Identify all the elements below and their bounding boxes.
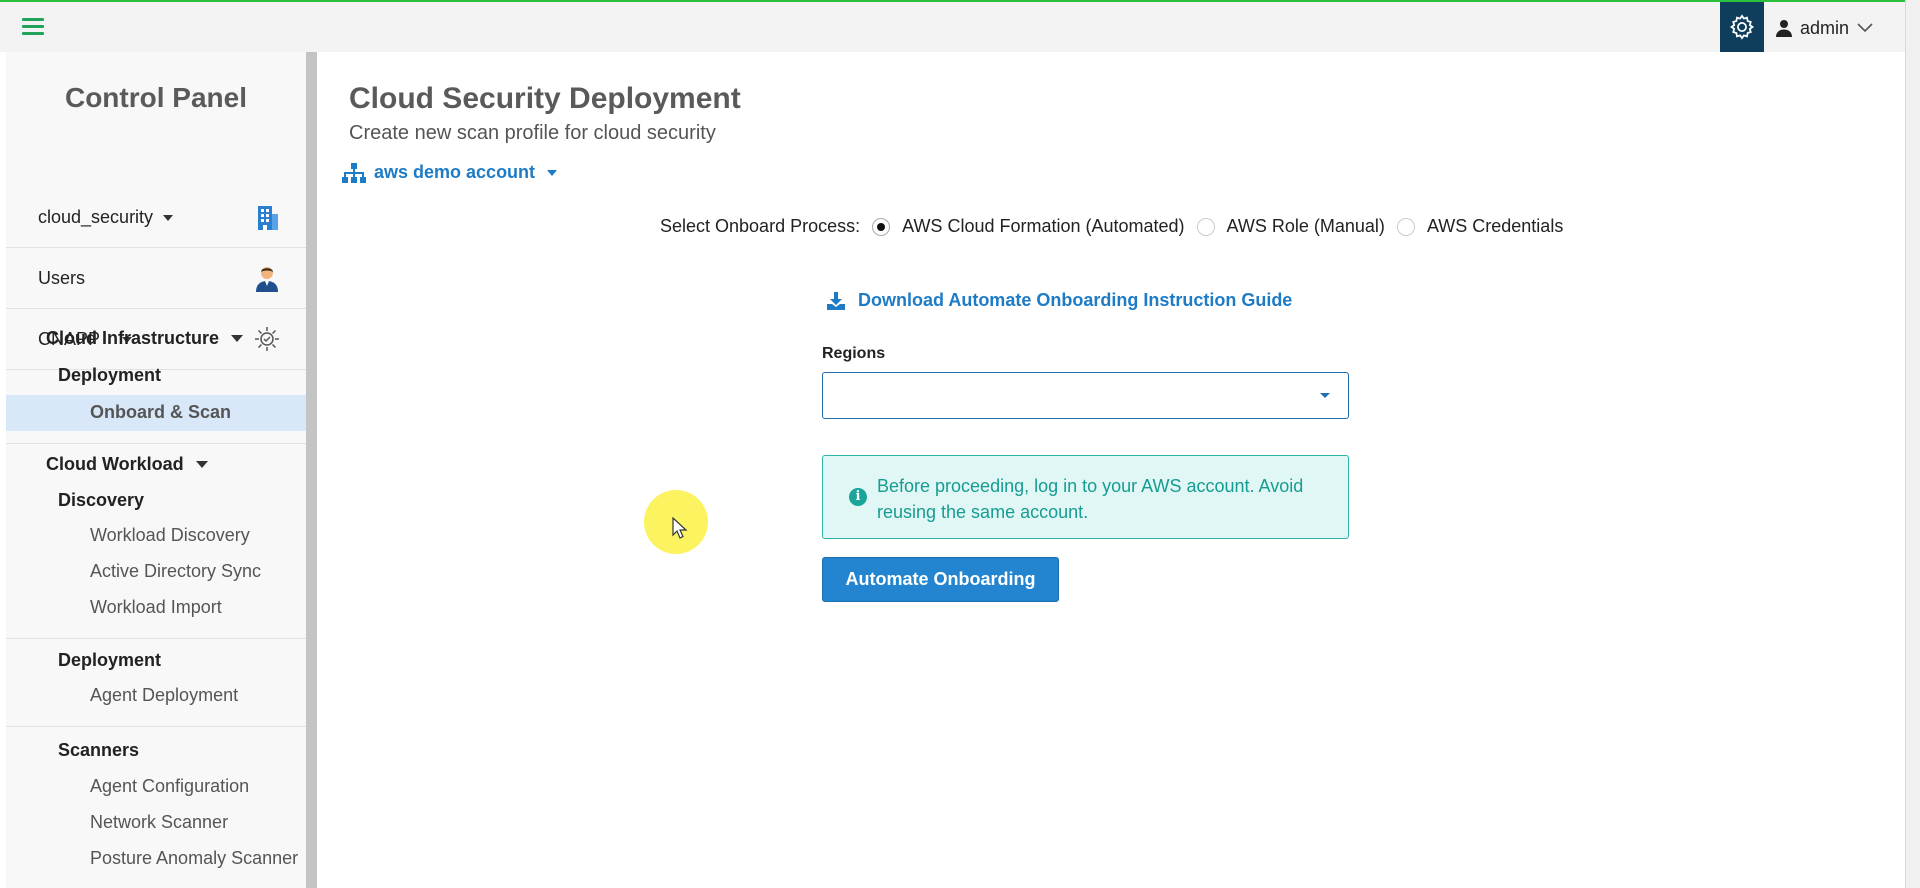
divider [6, 726, 306, 727]
tenant-label: cloud_security [38, 207, 154, 227]
sitemap-icon [342, 162, 366, 183]
radio-label-aws-credentials[interactable]: AWS Credentials [1427, 216, 1563, 237]
cloud-workload-label: Cloud Workload [46, 454, 184, 474]
chevron-down-icon [1857, 23, 1873, 33]
download-guide-text: Download Automate Onboarding Instruction… [858, 290, 1293, 310]
page-subtitle: Create new scan profile for cloud securi… [349, 122, 716, 144]
menu-icon[interactable] [22, 18, 44, 36]
sidebar-item-agent-configuration[interactable]: Agent Configuration [90, 776, 249, 797]
account-label: aws demo account [374, 162, 536, 182]
sidebar-item-network-scanner[interactable]: Network Scanner [90, 812, 228, 833]
window-scrollbar[interactable] [1905, 0, 1920, 888]
building-icon [258, 206, 278, 230]
sidebar-item-posture-anomaly-scanner[interactable]: Posture Anomaly Scanner [90, 848, 298, 869]
user-menu[interactable]: admin [1776, 16, 1873, 40]
divider [6, 638, 306, 639]
sidebar-group-cloud-infrastructure[interactable]: Cloud Infrastructure [46, 328, 244, 349]
page-title: Cloud Security Deployment [349, 82, 741, 115]
sidebar-item-onboard-scan[interactable]: Onboard & Scan [90, 402, 231, 423]
radio-cloud-formation[interactable] [872, 217, 891, 236]
sidebar-group-cloud-workload[interactable]: Cloud Workload [46, 454, 208, 475]
settings-button[interactable] [1720, 2, 1764, 52]
cloud-infrastructure-label: Cloud Infrastructure [46, 328, 220, 348]
gear-icon [1729, 14, 1755, 40]
sidebar-sub-scanners: Scanners [58, 740, 140, 760]
radio-label-cloud-formation[interactable]: AWS Cloud Formation (Automated) [902, 216, 1184, 237]
sidebar-item-workload-discovery[interactable]: Workload Discovery [90, 525, 250, 546]
info-alert: i Before proceeding, log in to your AWS … [822, 455, 1349, 539]
sidebar-scrollbar[interactable] [306, 52, 317, 888]
mouse-cursor-icon [672, 517, 688, 539]
user-icon [1776, 20, 1792, 37]
sidebar-sub-discovery: Discovery [58, 490, 145, 510]
onboard-process-group: Select Onboard Process: AWS Cloud Format… [660, 216, 1575, 237]
top-bar: admin [0, 0, 1905, 52]
automate-onboarding-button[interactable]: Automate Onboarding [822, 557, 1059, 602]
divider [6, 443, 306, 444]
caret-down-icon [1320, 393, 1330, 398]
regions-label: Regions [822, 345, 886, 362]
caret-down-icon [195, 461, 208, 468]
sidebar: Control Panel cloud_security Users CNAPP [6, 52, 306, 888]
info-alert-text: Before proceeding, log in to your AWS ac… [877, 476, 1304, 522]
user-name: admin [1800, 17, 1850, 38]
user-avatar-icon [256, 267, 278, 292]
caret-down-icon [547, 169, 558, 176]
info-icon: i [849, 488, 867, 506]
caret-down-icon [231, 335, 244, 342]
sidebar-item-users[interactable]: Users [6, 249, 306, 309]
regions-select[interactable] [822, 372, 1349, 419]
radio-aws-credentials[interactable] [1396, 217, 1415, 236]
sidebar-item-agent-deployment[interactable]: Agent Deployment [90, 685, 238, 706]
download-icon [827, 291, 845, 310]
cnapp-icon [255, 327, 279, 351]
account-selector[interactable]: aws demo account [342, 162, 558, 183]
tenant-selector[interactable]: cloud_security [6, 188, 306, 248]
radio-label-aws-role[interactable]: AWS Role (Manual) [1227, 216, 1385, 237]
sidebar-item-workload-import[interactable]: Workload Import [90, 597, 222, 618]
sidebar-title: Control Panel [64, 82, 247, 113]
download-guide-link[interactable]: Download Automate Onboarding Instruction… [826, 290, 1292, 311]
onboard-process-label: Select Onboard Process: [660, 216, 861, 236]
sidebar-sub-deployment-workload: Deployment [58, 650, 162, 670]
caret-down-icon [163, 214, 174, 221]
radio-aws-role[interactable] [1196, 217, 1215, 236]
sidebar-sub-deployment: Deployment [58, 365, 162, 385]
users-label: Users [38, 268, 86, 288]
sidebar-item-active-directory-sync[interactable]: Active Directory Sync [90, 561, 261, 582]
